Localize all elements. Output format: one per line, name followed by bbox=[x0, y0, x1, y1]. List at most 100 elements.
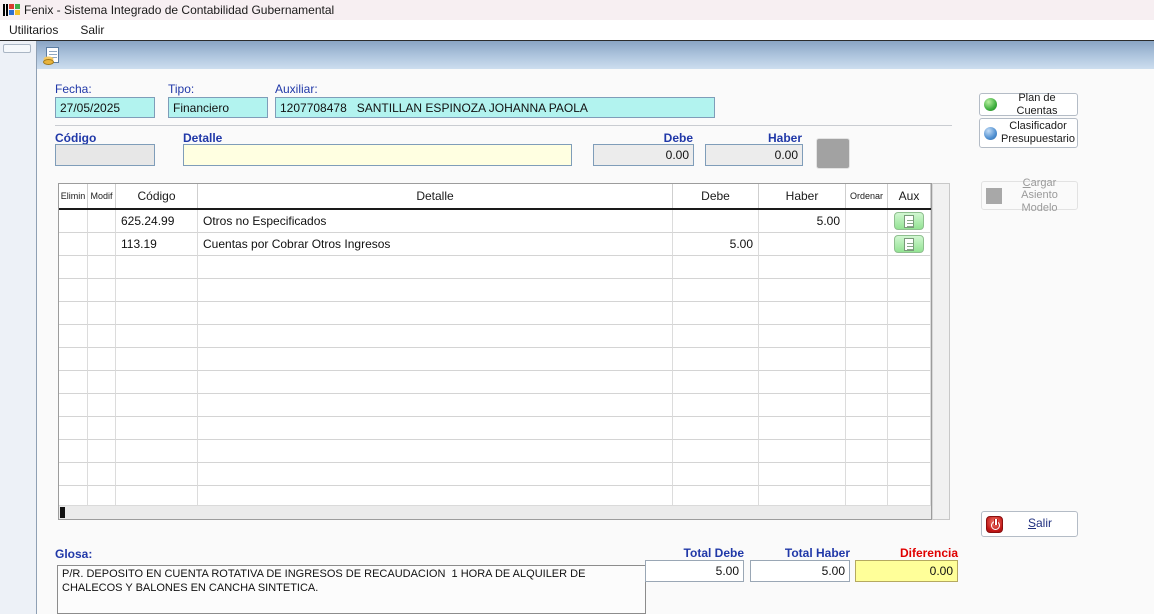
table-cell bbox=[59, 325, 88, 348]
column-header-4[interactable]: Debe bbox=[673, 184, 759, 208]
entry-action-button[interactable] bbox=[816, 138, 850, 169]
plan-de-cuentas-label: Plan de Cuentas bbox=[1001, 92, 1073, 117]
codigo-label: Código bbox=[55, 131, 96, 145]
column-header-2[interactable]: Código bbox=[116, 184, 198, 208]
column-header-1[interactable]: Modif bbox=[88, 184, 116, 208]
table-cell-aux bbox=[888, 348, 931, 371]
column-header-5[interactable]: Haber bbox=[759, 184, 846, 208]
total-debe-field: 5.00 bbox=[645, 560, 744, 582]
table-row[interactable] bbox=[59, 440, 931, 463]
table-cell bbox=[673, 440, 759, 463]
debe-input[interactable]: 0.00 bbox=[593, 144, 694, 166]
table-row[interactable]: 113.19Cuentas por Cobrar Otros Ingresos5… bbox=[59, 233, 931, 256]
table-row[interactable] bbox=[59, 394, 931, 417]
table-row[interactable] bbox=[59, 371, 931, 394]
table-row[interactable]: 625.24.99Otros no Especificados5.00 bbox=[59, 210, 931, 233]
table-row[interactable] bbox=[59, 348, 931, 371]
green-sphere-icon bbox=[984, 98, 997, 111]
detalle-label: Detalle bbox=[183, 131, 222, 145]
plan-de-cuentas-button[interactable]: Plan de Cuentas bbox=[979, 93, 1078, 116]
fecha-input[interactable]: 27/05/2025 bbox=[55, 97, 155, 118]
debe-label: Debe bbox=[593, 131, 693, 145]
table-cell-aux bbox=[888, 210, 931, 233]
table-cell bbox=[198, 279, 673, 302]
table-cell bbox=[759, 325, 846, 348]
table-cell-aux bbox=[888, 463, 931, 486]
cargar-asiento-modelo-button[interactable]: Cargar Asiento Modelo bbox=[981, 181, 1078, 210]
table-cell bbox=[198, 440, 673, 463]
menu-utilitarios[interactable]: Utilitarios bbox=[9, 23, 58, 37]
tipo-input[interactable]: Financiero bbox=[168, 97, 268, 118]
table-cell bbox=[673, 279, 759, 302]
separator-line bbox=[55, 125, 952, 126]
column-header-6[interactable]: Ordenar bbox=[846, 184, 888, 208]
tipo-label: Tipo: bbox=[168, 82, 194, 96]
table-cell-aux bbox=[888, 256, 931, 279]
table-cell bbox=[59, 279, 88, 302]
table-row[interactable] bbox=[59, 325, 931, 348]
detalle-input[interactable] bbox=[183, 144, 572, 166]
table-horizontal-scrollbar[interactable] bbox=[59, 505, 931, 519]
table-cell bbox=[759, 440, 846, 463]
table-cell bbox=[59, 417, 88, 440]
app-window-icon bbox=[3, 3, 19, 17]
codigo-input[interactable] bbox=[55, 144, 155, 166]
table-row[interactable] bbox=[59, 279, 931, 302]
table-cell bbox=[88, 394, 116, 417]
table-row[interactable] bbox=[59, 463, 931, 486]
glosa-textarea[interactable]: P/R. DEPOSITO EN CUENTA ROTATIVA DE INGR… bbox=[57, 565, 646, 614]
table-cell bbox=[88, 440, 116, 463]
table-row[interactable] bbox=[59, 417, 931, 440]
table-cell bbox=[759, 348, 846, 371]
panel-grip[interactable] bbox=[3, 44, 31, 53]
table-cell bbox=[59, 440, 88, 463]
table-cell bbox=[198, 463, 673, 486]
table-cell bbox=[198, 302, 673, 325]
table-cell: 5.00 bbox=[759, 210, 846, 233]
table-cell bbox=[673, 210, 759, 233]
toolbar bbox=[37, 41, 1154, 69]
table-cell bbox=[846, 325, 888, 348]
table-cell bbox=[88, 210, 116, 233]
diferencia-label: Diferencia bbox=[855, 546, 958, 560]
diferencia-field: 0.00 bbox=[855, 560, 958, 582]
left-side-panel bbox=[0, 41, 37, 614]
table-cell bbox=[88, 348, 116, 371]
total-haber-field: 5.00 bbox=[750, 560, 850, 582]
haber-input[interactable]: 0.00 bbox=[705, 144, 803, 166]
table-cell bbox=[59, 463, 88, 486]
table-cell bbox=[198, 256, 673, 279]
table-row[interactable] bbox=[59, 256, 931, 279]
auxiliar-input[interactable]: 1207708478 SANTILLAN ESPINOZA JOHANNA PA… bbox=[275, 97, 715, 118]
table-cell bbox=[116, 302, 198, 325]
table-cell: 625.24.99 bbox=[116, 210, 198, 233]
table-cell-aux bbox=[888, 233, 931, 256]
table-cell bbox=[846, 210, 888, 233]
menu-salir[interactable]: Salir bbox=[80, 23, 104, 37]
table-cell bbox=[846, 348, 888, 371]
column-header-7[interactable]: Aux bbox=[888, 184, 931, 208]
column-header-3[interactable]: Detalle bbox=[198, 184, 673, 208]
auxiliar-label: Auxiliar: bbox=[275, 82, 318, 96]
column-header-0[interactable]: Elimin bbox=[59, 184, 88, 208]
table-cell bbox=[673, 302, 759, 325]
menubar: Utilitarios Salir bbox=[0, 20, 1154, 40]
scrollbar-thumb[interactable] bbox=[60, 507, 65, 518]
clasificador-presupuestario-button[interactable]: Clasificador Presupuestario bbox=[979, 118, 1078, 148]
table-cell bbox=[116, 371, 198, 394]
table-cell bbox=[759, 279, 846, 302]
table-cell bbox=[846, 417, 888, 440]
table-vertical-scrollbar[interactable] bbox=[932, 183, 950, 520]
salir-button[interactable]: Salir bbox=[981, 511, 1078, 537]
table-cell bbox=[198, 371, 673, 394]
table-row[interactable] bbox=[59, 302, 931, 325]
total-debe-label: Total Debe bbox=[645, 546, 744, 560]
table-cell bbox=[88, 417, 116, 440]
table-cell bbox=[759, 256, 846, 279]
aux-button[interactable] bbox=[894, 235, 924, 253]
table-cell bbox=[846, 233, 888, 256]
print-report-icon[interactable] bbox=[46, 47, 59, 63]
table-cell-aux bbox=[888, 302, 931, 325]
aux-button[interactable] bbox=[894, 212, 924, 230]
table-cell bbox=[759, 417, 846, 440]
